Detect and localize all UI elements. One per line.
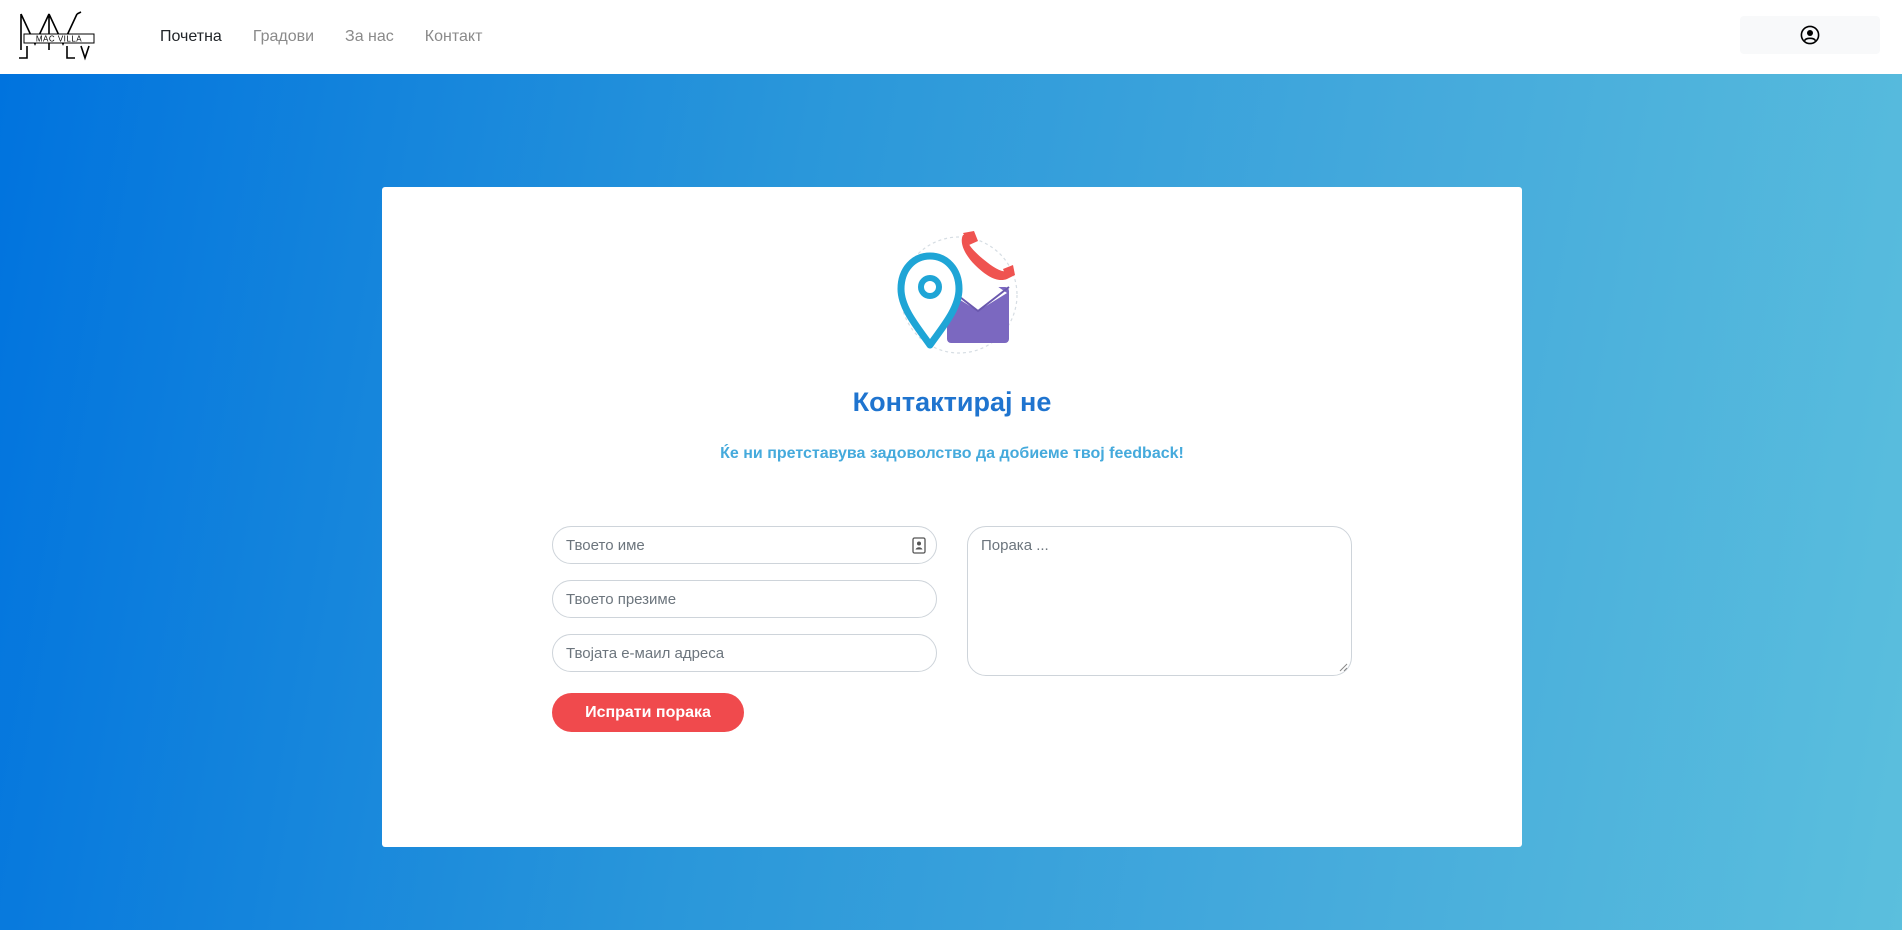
page-title: Контактирај не: [852, 387, 1052, 417]
email-input[interactable]: [566, 644, 936, 662]
message-field[interactable]: [967, 526, 1352, 676]
nav-item-cities[interactable]: Градови: [253, 28, 314, 46]
first-name-field[interactable]: [552, 526, 937, 564]
last-name-input[interactable]: [566, 590, 936, 608]
contact-card-icon[interactable]: [912, 537, 926, 554]
last-name-field[interactable]: [552, 580, 937, 618]
message-textarea[interactable]: [981, 537, 1338, 665]
user-menu-button[interactable]: [1740, 16, 1880, 54]
user-circle-icon: [1800, 25, 1820, 45]
logo-text: MAC VILLA: [36, 35, 82, 44]
nav-item-about[interactable]: За нас: [345, 28, 394, 46]
nav-item-home[interactable]: Почетна: [160, 28, 222, 46]
top-navbar: MAC VILLA Почетна Градови За нас Контакт: [0, 0, 1902, 74]
first-name-input[interactable]: [566, 536, 936, 554]
email-field[interactable]: [552, 634, 937, 672]
mac-villa-logo[interactable]: MAC VILLA: [19, 10, 103, 62]
phone-icon: [961, 231, 1015, 281]
main-nav: Почетна Градови За нас Контакт: [160, 0, 482, 74]
page-subtitle: Ќе ни претставува задоволство да добиеме…: [720, 445, 1184, 462]
nav-item-contact[interactable]: Контакт: [425, 28, 483, 46]
contact-card: Контактирај не Ќе ни претставува задовол…: [382, 187, 1522, 847]
contact-illustration: [897, 231, 1018, 354]
resize-handle-icon[interactable]: [1338, 662, 1348, 672]
send-message-button[interactable]: Испрати порака: [552, 693, 744, 732]
